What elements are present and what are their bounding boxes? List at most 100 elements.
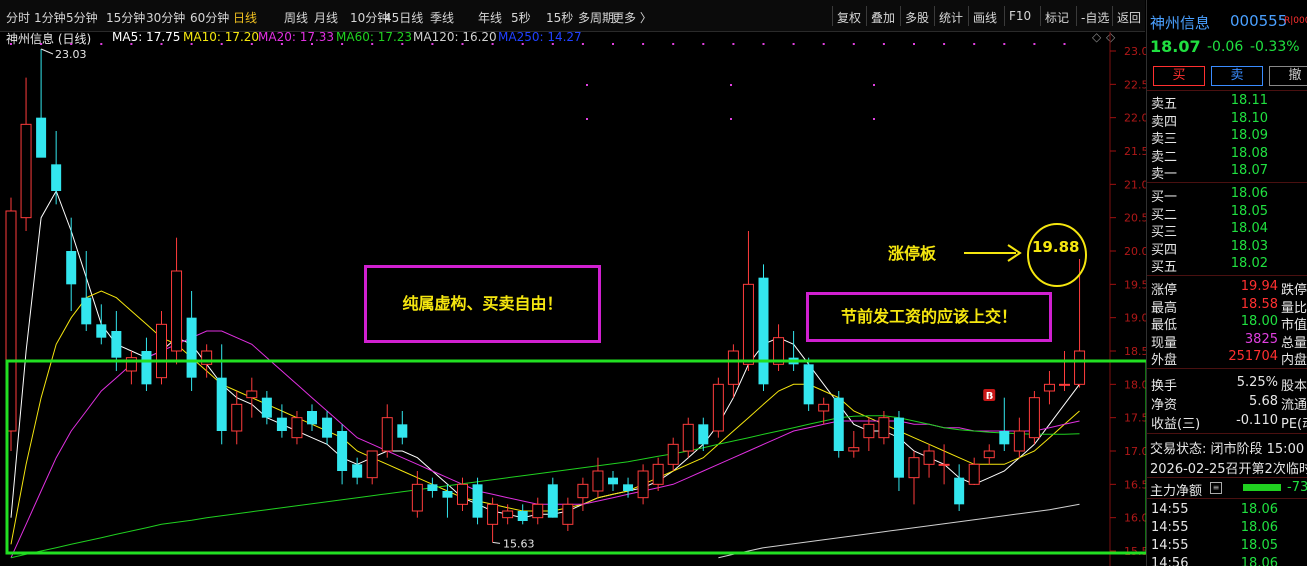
- candle-body: [758, 277, 769, 385]
- ask-row-1-label: 卖四: [1151, 114, 1178, 130]
- stat-row-3: 现量 3825 总量: [1147, 331, 1307, 351]
- candle-body: [261, 397, 272, 418]
- stat-row-2-value: 18.00: [1240, 314, 1278, 329]
- candle-body: [983, 450, 995, 459]
- event-marker-dot: [280, 43, 283, 45]
- stat-row-2-label: 最低: [1151, 318, 1178, 333]
- candle-body: [517, 511, 528, 521]
- last-price: 18.07: [1150, 37, 1201, 56]
- event-marker-dot: [371, 43, 374, 45]
- candle-body: [427, 484, 438, 491]
- candle-body: [833, 397, 844, 451]
- stat2-row-2-value: -0.110: [1236, 413, 1278, 428]
- event-marker-dot: [70, 43, 73, 45]
- event-marker-dot: [220, 43, 223, 45]
- tick-row-1-label: 14:55: [1151, 520, 1189, 535]
- candle-body: [487, 503, 499, 525]
- stat-row-4: 外盘 251704 内盘: [1147, 349, 1307, 368]
- price-axis-label: 22.00: [1124, 112, 1146, 125]
- candle-body: [893, 417, 904, 478]
- candle-body: [171, 270, 183, 352]
- event-marker-dot: [100, 43, 103, 45]
- candle-body: [472, 484, 483, 518]
- price-axis-label: 23.00: [1124, 45, 1146, 58]
- candle-body: [111, 331, 122, 358]
- candle-body: [276, 417, 287, 431]
- candle-body: [623, 484, 634, 491]
- stat2-row-1-value: 5.68: [1249, 394, 1278, 409]
- ask-row-3: 卖二 18.08: [1147, 145, 1307, 165]
- price-axis-label: 19.00: [1124, 312, 1146, 325]
- ask-row-0: 卖五 18.11: [1147, 93, 1307, 112]
- price-axis-label: 19.50: [1124, 278, 1146, 291]
- candle-body: [1028, 397, 1040, 439]
- bid-row-3: 买四 18.03: [1147, 239, 1307, 258]
- candle-body: [411, 483, 423, 512]
- ask-row-3-value: 18.08: [1230, 145, 1268, 161]
- event-marker-dot: [1063, 43, 1066, 45]
- event-marker-dot: [973, 43, 976, 45]
- high-price-label: 23.03: [55, 48, 87, 61]
- candle-body: [848, 447, 860, 452]
- ma-line-ma120: [718, 503, 1080, 559]
- candle-body: [547, 484, 558, 518]
- event-marker-dot: [873, 84, 875, 86]
- stat-row-1-label2: 量比: [1281, 300, 1307, 316]
- bid-row-1-value: 18.05: [1230, 203, 1268, 219]
- candle-body: [246, 390, 258, 399]
- buy-button[interactable]: 买: [1153, 66, 1205, 86]
- candle-body: [1059, 383, 1070, 386]
- event-marker-dot: [1003, 43, 1006, 45]
- candle-body: [20, 123, 32, 219]
- tick-row-1: 14:55 18.06: [1147, 520, 1307, 537]
- candle-body: [231, 403, 243, 432]
- list-icon[interactable]: ≡: [1210, 482, 1222, 494]
- event-marker-dot: [882, 43, 885, 45]
- candle-body: [608, 477, 618, 485]
- candle-body: [637, 470, 649, 499]
- candle-body: [141, 351, 152, 385]
- candle-body: [216, 377, 227, 431]
- bid-row-2: 买三 18.04: [1147, 221, 1307, 240]
- candle-body: [502, 510, 514, 519]
- net-flow-bar: [1243, 484, 1281, 491]
- event-marker-dot: [943, 43, 946, 45]
- candle-body: [742, 283, 754, 365]
- bid-row-4-value: 18.02: [1230, 256, 1268, 271]
- stat2-row-1-label: 净资: [1151, 398, 1178, 413]
- stat-row-3-value: 3825: [1244, 331, 1278, 347]
- candle-body: [1074, 350, 1086, 385]
- candle-body: [381, 417, 393, 452]
- event-marker-dot: [792, 43, 795, 45]
- bid-row-1-label: 买二: [1151, 207, 1178, 223]
- low-price-pointer: [492, 541, 501, 544]
- price-axis-label: 20.50: [1124, 212, 1146, 225]
- stat-row-0-value: 19.94: [1240, 279, 1278, 294]
- stat-row-0-label2: 跌停: [1281, 283, 1307, 298]
- announcement-notice[interactable]: 2026-02-25召开第2次临时: [1150, 458, 1307, 477]
- candle-body: [999, 431, 1010, 445]
- candle-body: [352, 464, 363, 478]
- price-axis-label: 22.50: [1124, 78, 1146, 91]
- candle-body: [652, 463, 664, 485]
- candle-body: [908, 457, 920, 479]
- stat-row-1-value: 18.58: [1240, 296, 1278, 312]
- tick-row-3-value: 18.06: [1240, 556, 1278, 566]
- candle-body: [532, 503, 544, 519]
- candle-body: [577, 483, 589, 499]
- sell-button[interactable]: 卖: [1211, 66, 1263, 86]
- cancel-order-button[interactable]: 撤: [1269, 66, 1307, 86]
- candle-body: [442, 491, 453, 498]
- event-marker-dot: [732, 43, 735, 45]
- tick-row-0-value: 18.06: [1240, 502, 1278, 517]
- candle-body: [51, 164, 62, 191]
- candle-body: [667, 443, 679, 465]
- stat-row-2-label2: 市值: [1281, 318, 1307, 333]
- candle-body: [712, 383, 724, 432]
- candle-body: [863, 423, 875, 439]
- stat2-row-2: 收益(三) -0.110PE(动): [1147, 413, 1307, 432]
- stat-row-2: 最低 18.00 市值: [1147, 314, 1307, 333]
- candle-body: [682, 423, 694, 452]
- stat2-row-1-label2: 流通: [1281, 398, 1307, 413]
- tick-row-3: 14:56 18.06: [1147, 556, 1307, 566]
